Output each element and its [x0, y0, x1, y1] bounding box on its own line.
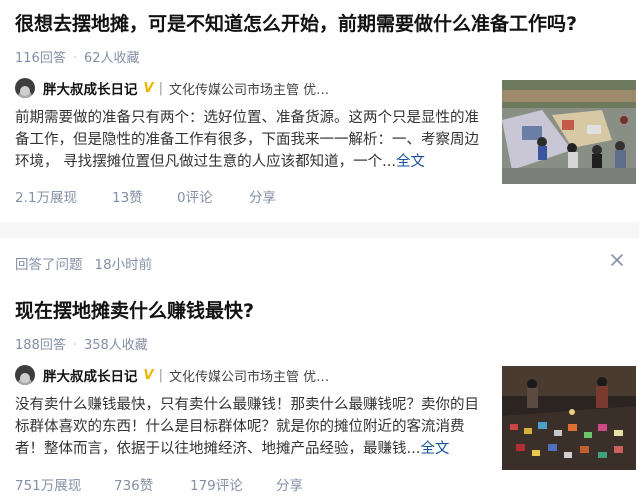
- avatar[interactable]: [15, 78, 35, 98]
- like-button[interactable]: 13赞: [112, 186, 177, 206]
- night-market-photo[interactable]: [502, 366, 636, 470]
- question-title[interactable]: 很想去摆地摊，可是不知道怎么开始，前期需要做什么准备工作吗?: [15, 11, 577, 37]
- question-title[interactable]: 现在摆地摊卖什么赚钱最快?: [15, 298, 254, 324]
- view-count: 2.1万展现: [15, 190, 77, 206]
- author-row: 胖大叔成长日记 V | 文化传媒公司市场主管 优质职...: [15, 364, 339, 386]
- answer-count: 188回答: [15, 338, 66, 353]
- author-name[interactable]: 胖大叔成长日记: [43, 78, 138, 98]
- comment-button[interactable]: 179评论: [190, 474, 276, 494]
- share-button[interactable]: 分享: [249, 186, 276, 206]
- excerpt-text: 没有卖什么赚钱最快，只有卖什么最赚钱！那卖什么最赚钱呢？卖你的目标群体喜欢的东西…: [15, 397, 479, 457]
- author-description: 文化传媒公司市场主管 优质职...: [168, 82, 339, 98]
- close-icon[interactable]: [609, 252, 625, 268]
- answer-excerpt[interactable]: 前期需要做的准备只有两个：选好位置、准备货源。这两个只是显性的准备工作，但是隐性…: [15, 107, 487, 173]
- verified-badge-icon: V: [143, 367, 154, 383]
- favorite-count: 62人收藏: [83, 51, 140, 66]
- feed-card: 很想去摆地摊，可是不知道怎么开始，前期需要做什么准备工作吗? 116回答 · 62人…: [0, 0, 639, 222]
- question-stats: 188回答 · 358人收藏: [15, 334, 148, 353]
- activity-type: 回答了问题: [15, 257, 83, 273]
- view-count: 751万展现: [15, 478, 82, 494]
- favorite-count: 358人收藏: [83, 338, 148, 353]
- action-bar: 751万展现 736赞 179评论 分享: [15, 474, 303, 494]
- divider: |: [158, 80, 163, 96]
- action-bar: 2.1万展现 13赞 0评论 分享: [15, 186, 276, 206]
- feed-card: 回答了问题 18小时前 现在摆地摊卖什么赚钱最快? 188回答 · 358人收藏 胖大…: [0, 238, 639, 503]
- like-button[interactable]: 736赞: [114, 474, 190, 494]
- activity-time: 18小时前: [94, 257, 153, 273]
- street-market-photo[interactable]: [502, 80, 636, 184]
- author-row: 胖大叔成长日记 V | 文化传媒公司市场主管 优质职...: [15, 77, 339, 99]
- author-description: 文化传媒公司市场主管 优质职...: [168, 369, 339, 385]
- answer-count: 116回答: [15, 51, 66, 66]
- comment-button[interactable]: 0评论: [177, 186, 249, 206]
- question-stats: 116回答 · 62人收藏: [15, 47, 140, 66]
- stats-separator: ·: [72, 338, 77, 353]
- author-name[interactable]: 胖大叔成长日记: [43, 365, 138, 385]
- activity-header: 回答了问题 18小时前: [15, 253, 152, 273]
- share-button[interactable]: 分享: [276, 474, 303, 494]
- avatar[interactable]: [15, 365, 35, 385]
- read-more-link[interactable]: 全文: [420, 441, 449, 457]
- divider: |: [158, 367, 163, 383]
- answer-excerpt[interactable]: 没有卖什么赚钱最快，只有卖什么最赚钱！那卖什么最赚钱呢？卖你的目标群体喜欢的东西…: [15, 394, 487, 460]
- read-more-link[interactable]: 全文: [396, 154, 425, 170]
- verified-badge-icon: V: [143, 80, 154, 96]
- stats-separator: ·: [72, 51, 77, 66]
